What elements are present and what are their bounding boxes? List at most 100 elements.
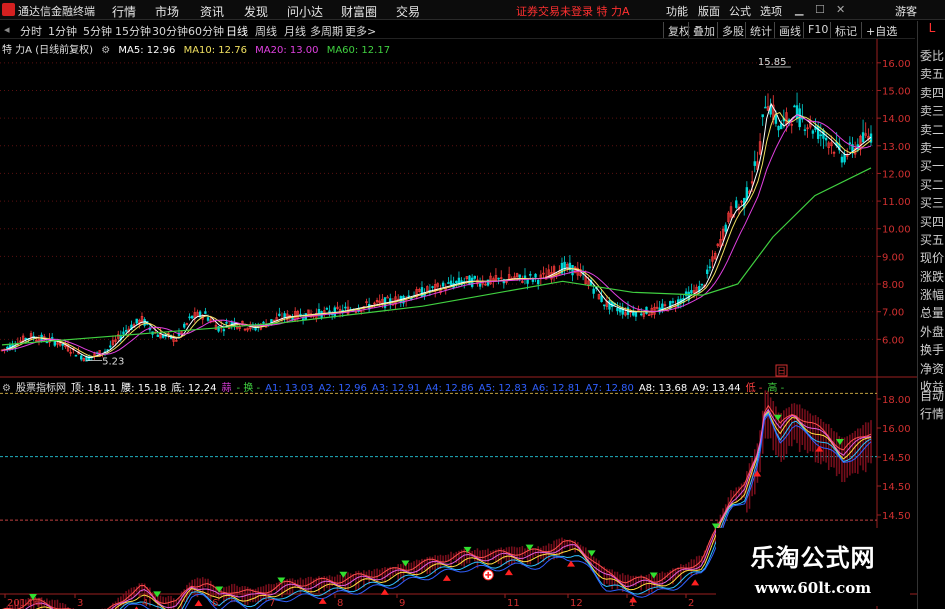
- candle-body: [6, 346, 9, 349]
- menu-layout[interactable]: 版面: [698, 3, 720, 19]
- side-item[interactable]: 换手: [918, 341, 945, 359]
- minimize-icon[interactable]: ▁: [795, 3, 803, 16]
- indicator-bar: [370, 571, 373, 578]
- settings-gear-icon[interactable]: ⚙: [101, 45, 110, 56]
- indicator-value: 顶: 18.11: [70, 383, 117, 394]
- candle-body: [795, 105, 799, 119]
- low-label: 5.23: [102, 357, 124, 368]
- side-item[interactable]: 行情: [918, 405, 945, 423]
- candle-body: [753, 161, 756, 166]
- maximize-icon[interactable]: ☐: [815, 3, 825, 16]
- period-5min[interactable]: 5分钟: [83, 23, 112, 39]
- side-item[interactable]: 涨跌: [918, 268, 945, 286]
- guest-label[interactable]: 游客: [895, 3, 917, 19]
- period-monthly[interactable]: 月线: [284, 23, 306, 39]
- period-weekly[interactable]: 周线: [255, 23, 277, 39]
- period-multi[interactable]: 多周期: [310, 23, 343, 39]
- tool-mark[interactable]: 标记: [830, 22, 861, 38]
- side-item[interactable]: 总量: [918, 304, 945, 322]
- side-item[interactable]: 净资: [918, 360, 945, 378]
- settings-gear-icon[interactable]: ⚙: [2, 383, 11, 394]
- side-item[interactable]: 现价: [918, 249, 945, 267]
- stock-title[interactable]: 特 力A (日线前复权): [2, 45, 93, 56]
- candle-body: [225, 321, 228, 324]
- menu-ask[interactable]: 问小达: [287, 3, 323, 20]
- candle-body: [80, 355, 83, 360]
- add-watchlist-button[interactable]: +自选: [861, 22, 901, 38]
- side-item[interactable]: 委比: [918, 47, 945, 65]
- app-title: 通达信金融终端: [18, 5, 95, 18]
- indicator-value: A5: 12.83: [478, 383, 528, 394]
- indicator-bar: [241, 586, 244, 603]
- period-daily[interactable]: 日线: [226, 23, 248, 39]
- indicator-bar: [798, 404, 801, 453]
- indicator-bar: [291, 578, 294, 596]
- menu-options[interactable]: 选项: [760, 3, 782, 19]
- menu-trade[interactable]: 交易: [396, 3, 420, 20]
- indicator-value: 低 -: [745, 383, 763, 394]
- price-chart[interactable]: 16.0015.0014.0013.0012.0011.0010.009.008…: [0, 39, 917, 609]
- tool-stats[interactable]: 统计: [745, 22, 776, 38]
- menu-formula[interactable]: 公式: [729, 3, 751, 19]
- period-1min[interactable]: 1分钟: [48, 23, 77, 39]
- tool-overlay[interactable]: 叠加: [688, 22, 719, 38]
- price-tick-label: 9.00: [882, 252, 904, 263]
- candle-body: [53, 340, 57, 346]
- buy-triangle-icon: [442, 574, 451, 581]
- side-badge[interactable]: L: [918, 21, 945, 43]
- date-label: 6: [212, 598, 218, 609]
- side-item[interactable]: 买五: [918, 231, 945, 249]
- indicator-bar: [849, 434, 851, 476]
- candle-body: [135, 318, 138, 324]
- side-item[interactable]: 卖四: [918, 84, 945, 102]
- candle-body: [254, 327, 257, 331]
- side-item[interactable]: 买一: [918, 157, 945, 175]
- tool-multistock[interactable]: 多股: [717, 22, 748, 38]
- watermark-url: www.60lt.com: [754, 579, 872, 597]
- candle-body: [571, 264, 574, 276]
- watermark-title: 乐淘公式网: [750, 544, 876, 572]
- menu-market[interactable]: 市场: [155, 3, 179, 20]
- indicator-bar: [827, 424, 830, 471]
- side-item[interactable]: 自动: [918, 387, 945, 405]
- period-15min[interactable]: 15分钟: [115, 23, 151, 39]
- candle-body: [278, 313, 281, 316]
- side-item[interactable]: 卖一: [918, 139, 945, 157]
- close-icon[interactable]: ✕: [836, 3, 845, 16]
- period-60min[interactable]: 60分钟: [188, 23, 224, 39]
- tool-draw[interactable]: 画线: [774, 22, 805, 38]
- menu-wealth[interactable]: 财富圈: [341, 3, 377, 20]
- indicator-value: A7: 12.80: [585, 383, 634, 394]
- app-logo-icon: [2, 3, 15, 16]
- side-item[interactable]: 卖二: [918, 121, 945, 139]
- candle-body: [455, 280, 458, 284]
- side-item[interactable]: 涨幅: [918, 286, 945, 304]
- indicator-bar: [664, 572, 666, 580]
- candle-body: [534, 273, 537, 278]
- indicator-value: A4: 12.86: [425, 383, 474, 394]
- date-label: 3: [77, 598, 83, 609]
- period-intraday[interactable]: 分时: [20, 23, 42, 39]
- indicator-bar: [415, 559, 418, 577]
- candle-body: [447, 282, 450, 284]
- menu-discover[interactable]: 发现: [244, 3, 268, 20]
- candle-body: [724, 224, 727, 232]
- indicator-title[interactable]: 股票指标网: [16, 383, 66, 394]
- side-item[interactable]: 买四: [918, 213, 945, 231]
- side-item[interactable]: 卖三: [918, 102, 945, 120]
- indicator-bar: [867, 422, 870, 463]
- scroll-left-icon[interactable]: ◂: [4, 23, 10, 36]
- side-item[interactable]: 买二: [918, 176, 945, 194]
- indicator-bar: [207, 578, 209, 598]
- tool-f10[interactable]: F10: [803, 22, 832, 38]
- side-item[interactable]: 买三: [918, 194, 945, 212]
- menu-quotes[interactable]: 行情: [112, 3, 136, 20]
- period-more[interactable]: 更多>: [345, 23, 376, 39]
- side-item[interactable]: 卖五: [918, 65, 945, 83]
- period-30min[interactable]: 30分钟: [152, 23, 188, 39]
- menu-news[interactable]: 资讯: [200, 3, 224, 20]
- menu-functions[interactable]: 功能: [666, 3, 688, 19]
- candle-body: [848, 142, 852, 144]
- side-item[interactable]: 外盘: [918, 323, 945, 341]
- candle-body: [861, 132, 865, 143]
